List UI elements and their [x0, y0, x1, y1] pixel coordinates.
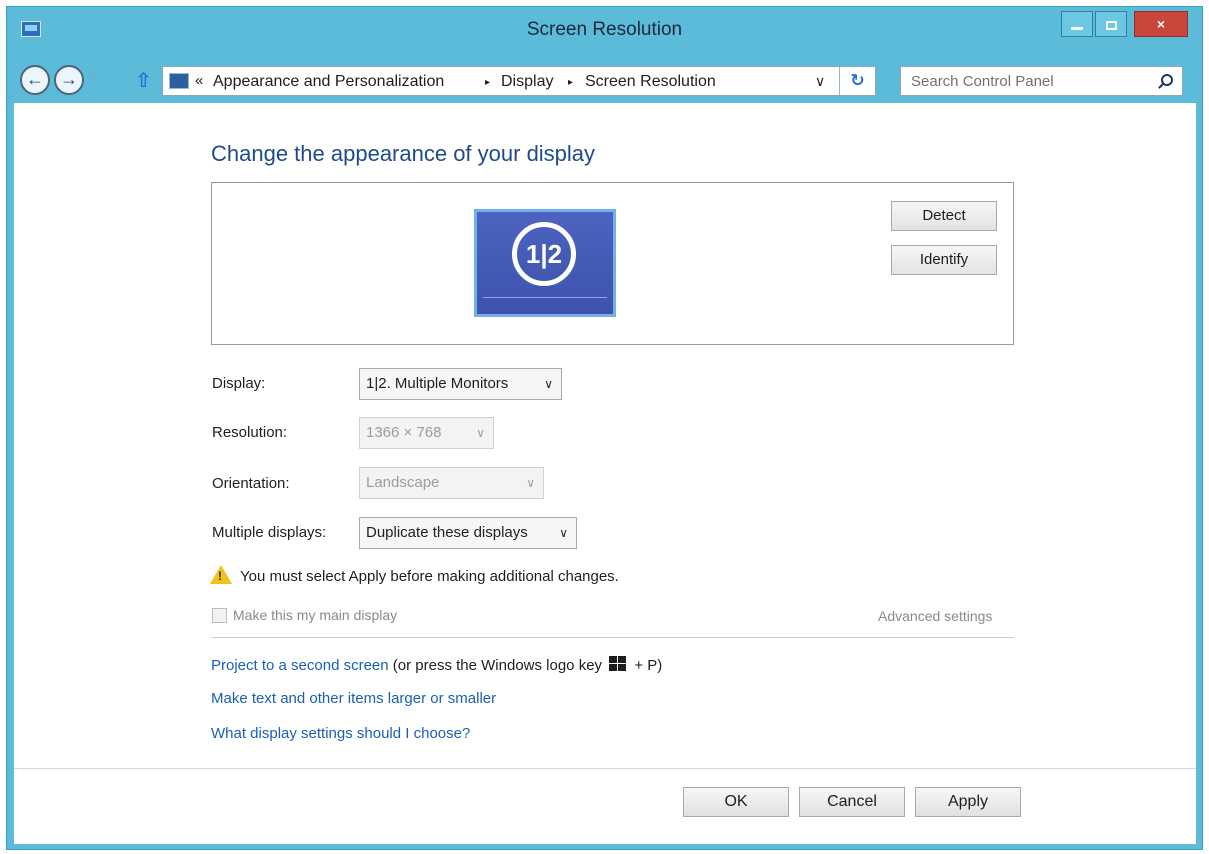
address-bar[interactable]: « Appearance and Personalization ▸ Displ… [162, 66, 876, 96]
minimize-button[interactable] [1061, 11, 1093, 37]
identify-button[interactable]: Identify [891, 245, 997, 275]
footer-divider [14, 768, 1196, 769]
chevron-down-icon: ∨ [476, 426, 485, 440]
monitor-location-icon [169, 73, 189, 89]
search-input[interactable] [901, 67, 1151, 95]
main-display-option: Make this my main display [212, 607, 397, 623]
navigation-bar: ← → ▽ ⇧ « Appearance and Personalization… [7, 57, 1202, 103]
minimize-icon [1071, 26, 1083, 30]
page-title: Change the appearance of your display [211, 141, 596, 166]
chevron-down-icon: ∨ [544, 377, 553, 391]
orientation-select: Landscape ∨ [359, 467, 544, 499]
multiple-displays-select-value: Duplicate these displays [366, 524, 528, 541]
maximize-icon [1105, 20, 1117, 30]
ok-button[interactable]: OK [683, 787, 789, 817]
windows-logo-icon [609, 656, 627, 672]
project-hint-after: + P) [630, 657, 663, 674]
forward-arrow-icon: → [60, 69, 78, 89]
orientation-select-value: Landscape [366, 474, 440, 491]
resolution-select: 1366 × 768 ∨ [359, 417, 494, 449]
display-settings-help-link[interactable]: What display settings should I choose? [211, 725, 470, 742]
text-size-link[interactable]: Make text and other items larger or smal… [211, 690, 496, 707]
close-icon: × [1156, 16, 1166, 32]
taskbar-line [483, 297, 607, 298]
monitor-arrangement-panel: 1|2 Detect Identify [211, 182, 1014, 345]
project-second-screen-link[interactable]: Project to a second screen [211, 657, 389, 674]
display-label: Display: [212, 375, 266, 392]
main-display-label: Make this my main display [233, 607, 398, 623]
screen-resolution-window: Screen Resolution × ← → ▽ ⇧ « Appearance… [6, 6, 1203, 850]
warning-icon [210, 565, 232, 584]
apply-warning: You must select Apply before making addi… [210, 565, 619, 585]
search-icon[interactable] [1161, 74, 1173, 86]
warning-text: You must select Apply before making addi… [240, 568, 619, 585]
window-title: Screen Resolution [526, 19, 683, 40]
project-hint-before: (or press the Windows logo key [388, 657, 607, 674]
breadcrumb-separator-icon[interactable]: ▸ [485, 77, 490, 88]
multiple-displays-select[interactable]: Duplicate these displays ∨ [359, 517, 577, 549]
section-divider [211, 637, 1014, 638]
breadcrumb-screen-resolution[interactable]: Screen Resolution [585, 73, 716, 91]
back-arrow-icon: ← [26, 69, 44, 89]
breadcrumb-display[interactable]: Display [501, 73, 553, 91]
resolution-label: Resolution: [212, 424, 288, 441]
resolution-select-value: 1366 × 768 [366, 424, 442, 441]
detect-button[interactable]: Detect [891, 201, 997, 231]
advanced-settings-link: Advanced settings [878, 608, 993, 624]
main-display-checkbox [212, 608, 227, 623]
content-pane: Change the appearance of your display 1|… [14, 103, 1196, 844]
refresh-icon: ↻ [850, 71, 865, 90]
breadcrumb-separator-icon[interactable]: ▸ [568, 77, 573, 88]
search-box[interactable] [900, 66, 1183, 96]
title-bar: Screen Resolution × [7, 7, 1202, 57]
up-arrow-icon[interactable]: ⇧ [135, 68, 152, 93]
chevron-down-icon: ∨ [526, 476, 535, 490]
project-link-row: Project to a second screen (or press the… [211, 656, 662, 674]
address-dropdown-icon[interactable]: ∨ [815, 73, 825, 90]
display-select[interactable]: 1|2. Multiple Monitors ∨ [359, 368, 562, 400]
apply-button[interactable]: Apply [915, 787, 1021, 817]
maximize-button[interactable] [1095, 11, 1127, 37]
orientation-label: Orientation: [212, 475, 290, 492]
refresh-button[interactable]: ↻ [839, 67, 875, 95]
forward-button[interactable]: → [54, 65, 84, 95]
cancel-button[interactable]: Cancel [799, 787, 905, 817]
breadcrumb-overflow-icon[interactable]: « [195, 72, 203, 89]
multiple-displays-label: Multiple displays: [212, 524, 327, 541]
monitor-tile[interactable]: 1|2 [474, 209, 616, 317]
close-button[interactable]: × [1134, 11, 1188, 37]
display-select-value: 1|2. Multiple Monitors [366, 375, 509, 392]
back-button[interactable]: ← [20, 65, 50, 95]
breadcrumb-appearance[interactable]: Appearance and Personalization [213, 73, 444, 91]
recent-pages-chevron-icon[interactable]: ▽ [89, 72, 97, 83]
chevron-down-icon: ∨ [559, 526, 568, 540]
monitor-number-badge: 1|2 [512, 222, 576, 286]
